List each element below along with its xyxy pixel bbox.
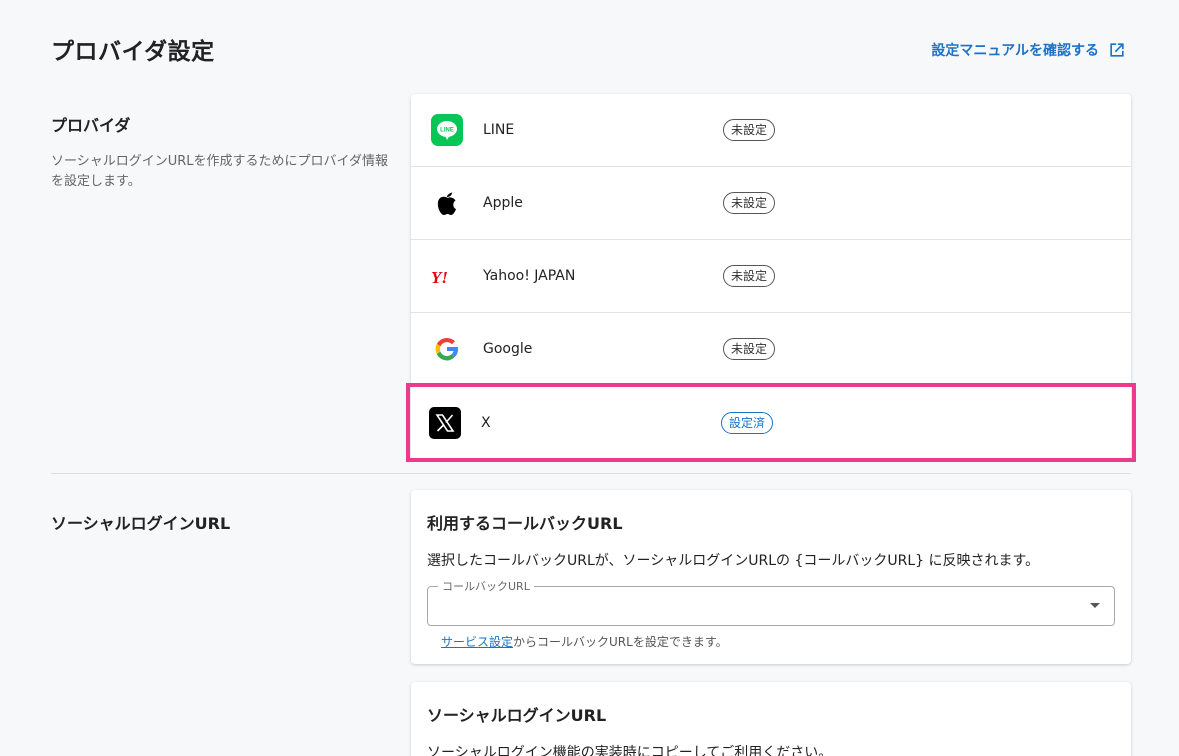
provider-row-x[interactable]: X 設定済 xyxy=(406,383,1136,462)
status-badge: 未設定 xyxy=(723,119,776,141)
provider-name: Apple xyxy=(483,195,523,211)
status-badge: 未設定 xyxy=(723,338,776,360)
open-in-new-icon xyxy=(1110,43,1124,57)
service-settings-link[interactable]: サービス設定 xyxy=(441,635,513,649)
status-badge: 未設定 xyxy=(723,265,776,287)
callback-url-select-label: コールバックURL xyxy=(438,578,534,594)
provider-name: Yahoo! JAPAN xyxy=(483,268,576,284)
status-badge: 設定済 xyxy=(721,411,774,434)
provider-section-title: プロバイダ xyxy=(51,116,131,135)
x-logo-icon xyxy=(429,406,461,439)
callback-url-card: 利用するコールバックURL 選択したコールバックURLが、ソーシャルログインUR… xyxy=(411,490,1131,664)
provider-section-description: ソーシャルログインURLを作成するためにプロバイダ情報を設定します。 xyxy=(51,154,389,189)
callback-url-select[interactable]: コールバックURL xyxy=(427,578,1115,626)
section-divider xyxy=(51,473,1131,474)
helper-text: からコールバックURLを設定できます。 xyxy=(513,635,728,649)
provider-list: LINE LINE 未設定 Apple 未設定 Y! Yahoo! JAPAN … xyxy=(406,94,1136,462)
line-logo-icon: LINE xyxy=(431,114,463,146)
provider-name: Google xyxy=(483,341,533,357)
url-card-title: ソーシャルログインURL xyxy=(427,706,607,725)
google-logo-icon xyxy=(431,333,463,365)
manual-link-label: 設定マニュアルを確認する xyxy=(931,43,1099,59)
provider-row-yahoo[interactable]: Y! Yahoo! JAPAN 未設定 xyxy=(411,240,1131,313)
callback-helper-text: サービス設定からコールバックURLを設定できます。 xyxy=(441,633,728,650)
svg-text:Y!: Y! xyxy=(431,268,448,286)
callback-card-description: 選択したコールバックURLが、ソーシャルログインURLの {コールバックURL}… xyxy=(427,553,1040,569)
yahoo-japan-logo-icon: Y! xyxy=(431,260,463,292)
page-title: プロバイダ設定 xyxy=(51,39,215,65)
apple-logo-icon xyxy=(431,187,463,219)
callback-card-title: 利用するコールバックURL xyxy=(427,514,623,533)
social-login-url-card: ソーシャルログインURL ソーシャルログイン機能の実装時にコピーしてご利用くださ… xyxy=(411,682,1131,756)
url-card-description: ソーシャルログイン機能の実装時にコピーしてご利用ください。 xyxy=(427,745,833,756)
provider-name: X xyxy=(481,414,491,431)
provider-row-line[interactable]: LINE LINE 未設定 xyxy=(411,94,1131,167)
svg-text:LINE: LINE xyxy=(440,128,454,134)
provider-row-google[interactable]: Google 未設定 xyxy=(411,313,1131,386)
caret-down-icon xyxy=(1090,603,1100,608)
provider-name: LINE xyxy=(483,122,515,138)
manual-link[interactable]: 設定マニュアルを確認する xyxy=(931,40,1127,60)
provider-row-apple[interactable]: Apple 未設定 xyxy=(411,167,1131,240)
status-badge: 未設定 xyxy=(723,192,776,214)
social-section-title: ソーシャルログインURL xyxy=(51,514,231,533)
